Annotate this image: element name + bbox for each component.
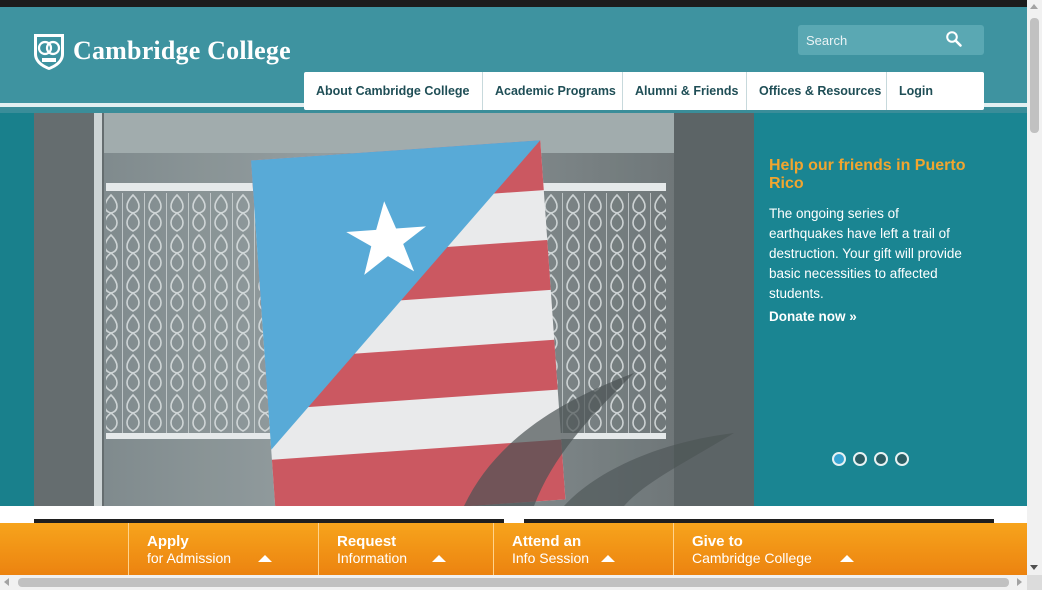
logo-text: Cambridge College: [73, 36, 291, 65]
caret-up-icon: [432, 555, 446, 562]
request-information-button[interactable]: Request Information: [318, 523, 493, 575]
donate-now-link[interactable]: Donate now »: [769, 309, 857, 324]
cta-spacer: [0, 523, 128, 575]
attend-info-session-button[interactable]: Attend an Info Session: [493, 523, 673, 575]
give-to-cambridge-college-button[interactable]: Give to Cambridge College: [673, 523, 1027, 575]
scrollbar-corner: [1027, 575, 1042, 590]
cta-attend-sub: Info Session: [512, 550, 590, 566]
caret-up-icon: [840, 555, 854, 562]
apply-for-admission-button[interactable]: Apply for Admission: [128, 523, 318, 575]
nav-about[interactable]: About Cambridge College: [304, 72, 483, 110]
slide-dot-1[interactable]: [832, 452, 846, 466]
slide-dot-3[interactable]: [874, 452, 888, 466]
top-strip: [0, 0, 1027, 7]
slide-title: Help our friends in Puerto Rico: [769, 157, 966, 192]
cta-attend-main: Attend an: [512, 533, 582, 550]
scroll-left-icon[interactable]: [4, 578, 9, 586]
search-icon[interactable]: [945, 30, 963, 48]
vertical-scrollbar[interactable]: [1027, 0, 1042, 575]
scroll-right-icon[interactable]: [1017, 578, 1022, 586]
horizontal-scroll-thumb[interactable]: [18, 578, 1009, 587]
logo-link[interactable]: Cambridge College: [33, 32, 291, 70]
nav-login[interactable]: Login: [887, 72, 984, 110]
caret-up-icon: [601, 555, 615, 562]
cta-give-main: Give to: [692, 533, 743, 550]
vertical-scroll-thumb[interactable]: [1030, 18, 1039, 133]
call-to-action-bar: Apply for Admission Request Information …: [0, 523, 1027, 575]
cta-request-sub: Information: [337, 550, 408, 566]
scroll-up-icon[interactable]: [1030, 4, 1038, 9]
cta-give-sub: Cambridge College: [692, 550, 812, 566]
main-navigation: About Cambridge College Academic Program…: [304, 72, 984, 110]
slide-description: The ongoing series of earthquakes have l…: [769, 206, 962, 301]
hero-slider: Help our friends in Puerto Rico The ongo…: [0, 113, 1027, 506]
slide-dot-4[interactable]: [895, 452, 909, 466]
slide-image: [34, 113, 754, 506]
scroll-down-icon[interactable]: [1030, 565, 1038, 570]
horizontal-scrollbar[interactable]: [0, 575, 1027, 590]
nav-academic-programs[interactable]: Academic Programs: [483, 72, 623, 110]
caret-up-icon: [258, 555, 272, 562]
puerto-rico-flag-photo: [34, 113, 754, 506]
slide-pagination: [832, 452, 909, 466]
cta-apply-sub: for Admission: [147, 550, 232, 566]
nav-alumni-friends[interactable]: Alumni & Friends: [623, 72, 747, 110]
nav-offices-resources[interactable]: Offices & Resources: [747, 72, 887, 110]
browser-viewport: Cambridge College About Cambridge Colleg…: [0, 0, 1027, 575]
cta-apply-main: Apply: [147, 533, 189, 550]
search-input[interactable]: [806, 31, 936, 49]
cta-request-main: Request: [337, 533, 397, 550]
slide-dot-2[interactable]: [853, 452, 867, 466]
college-crest-icon: [34, 34, 64, 70]
slide-caption-panel: Help our friends in Puerto Rico The ongo…: [754, 113, 1027, 506]
